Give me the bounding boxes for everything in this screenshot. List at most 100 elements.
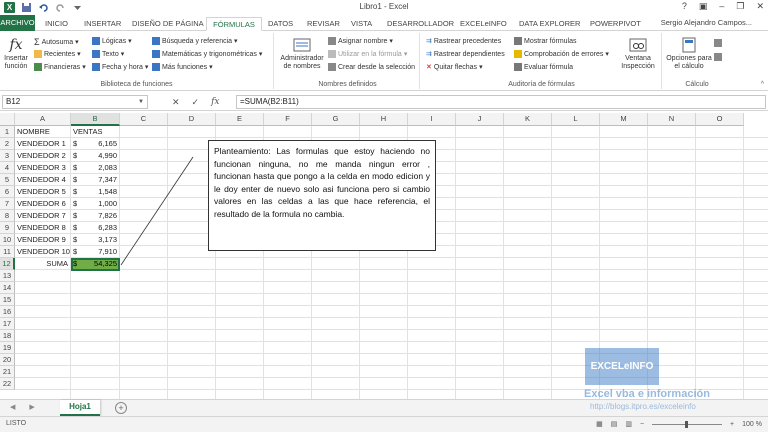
row-header[interactable]: 9 xyxy=(0,222,15,234)
tab-insertar[interactable]: INSERTAR xyxy=(80,17,125,31)
sales-value-cell[interactable]: 3,173 xyxy=(71,234,120,246)
column-header[interactable]: J xyxy=(456,113,504,126)
rastrear-dependientes-button[interactable]: ⇉ Rastrear dependientes xyxy=(426,50,505,59)
name-cell[interactable]: VENDEDOR 6 xyxy=(15,198,71,210)
evaluar-formula-button[interactable]: Evaluar fórmula xyxy=(514,63,573,71)
row-header[interactable]: 19 xyxy=(0,342,15,354)
name-cell[interactable]: VENDEDOR 2 xyxy=(15,150,71,162)
name-cell[interactable]: VENDEDOR 7 xyxy=(15,210,71,222)
tab-desarrollador[interactable]: DESARROLLADOR xyxy=(383,17,458,31)
tab-inicio[interactable]: INICIO xyxy=(41,17,72,31)
autosuma-button[interactable]: Σ Autosuma ▾ xyxy=(34,37,79,47)
formula-input[interactable]: =SUMA(B2:B11) xyxy=(236,95,766,109)
ribbon-display-icon[interactable]: ▣ xyxy=(699,1,708,12)
row-header[interactable]: 16 xyxy=(0,306,15,318)
column-header[interactable]: N xyxy=(648,113,696,126)
name-cell[interactable]: VENDEDOR 9 xyxy=(15,234,71,246)
row-header[interactable]: 20 xyxy=(0,354,15,366)
name-cell[interactable]: VENDEDOR 4 xyxy=(15,174,71,186)
opciones-calculo-button[interactable]: Opciones para el cálculo xyxy=(666,37,712,71)
chevron-down-icon[interactable]: ▼ xyxy=(138,96,144,108)
close-icon[interactable]: ✕ xyxy=(756,1,764,12)
add-sheet-icon[interactable]: + xyxy=(115,402,127,414)
texto-button[interactable]: Texto ▾ xyxy=(92,50,124,58)
page-layout-icon[interactable]: ▤ xyxy=(611,420,618,428)
recientes-button[interactable]: Recientes ▾ xyxy=(34,50,81,58)
column-header[interactable]: L xyxy=(552,113,600,126)
ventana-inspeccion-button[interactable]: Ventana Inspección xyxy=(618,37,658,71)
column-header[interactable]: H xyxy=(360,113,408,126)
row-header[interactable]: 10 xyxy=(0,234,15,246)
column-header[interactable]: I xyxy=(408,113,456,126)
comprobacion-errores-button[interactable]: Comprobación de errores ▾ xyxy=(514,50,609,58)
normal-view-icon[interactable]: ▦ xyxy=(596,420,603,428)
row-header[interactable]: 22 xyxy=(0,378,15,390)
insert-function-fx-icon[interactable]: fx xyxy=(211,95,219,109)
tab-diseno-pagina[interactable]: DISEÑO DE PÁGINA xyxy=(128,17,208,31)
column-header[interactable]: B xyxy=(71,113,120,126)
column-header[interactable]: A xyxy=(15,113,71,126)
mostrar-formulas-button[interactable]: Mostrar fórmulas xyxy=(514,37,577,45)
administrador-nombres-button[interactable]: Administrador de nombres xyxy=(278,37,326,71)
column-header[interactable]: M xyxy=(600,113,648,126)
asignar-nombre-button[interactable]: Asignar nombre ▾ xyxy=(328,37,393,45)
name-cell[interactable]: VENDEDOR 1 xyxy=(15,138,71,150)
sales-value-cell[interactable]: 7,910 xyxy=(71,246,120,258)
column-header[interactable]: K xyxy=(504,113,552,126)
header-cell[interactable]: NOMBRE xyxy=(15,126,71,138)
row-header[interactable]: 7 xyxy=(0,198,15,210)
row-header[interactable]: 8 xyxy=(0,210,15,222)
row-header[interactable]: 13 xyxy=(0,270,15,282)
tab-revisar[interactable]: REVISAR xyxy=(303,17,344,31)
help-icon[interactable]: ? xyxy=(682,1,687,12)
crear-seleccion-button[interactable]: Crear desde la selección xyxy=(328,63,415,71)
sales-value-cell[interactable]: 2,083 xyxy=(71,162,120,174)
tab-formulas[interactable]: FÓRMULAS xyxy=(206,17,262,31)
row-header[interactable]: 6 xyxy=(0,186,15,198)
prev-sheet-icon[interactable]: ◀ xyxy=(10,403,15,411)
column-header[interactable]: D xyxy=(168,113,216,126)
tab-datos[interactable]: DATOS xyxy=(264,17,297,31)
financieras-button[interactable]: Financieras ▾ xyxy=(34,63,86,71)
cancel-icon[interactable]: ✕ xyxy=(172,95,180,109)
mas-funciones-button[interactable]: Más funciones ▾ xyxy=(152,63,213,71)
column-header[interactable]: F xyxy=(264,113,312,126)
quitar-flechas-button[interactable]: ✕ Quitar flechas ▾ xyxy=(426,63,483,72)
sheet-tab-hoja1[interactable]: Hoja1 xyxy=(60,400,100,416)
row-header[interactable]: 1 xyxy=(0,126,15,138)
row-header[interactable]: 21 xyxy=(0,366,15,378)
sales-value-cell[interactable]: 6,165 xyxy=(71,138,120,150)
sales-value-cell[interactable]: 1,000 xyxy=(71,198,120,210)
column-header[interactable]: C xyxy=(120,113,168,126)
rastrear-precedentes-button[interactable]: ⇉ Rastrear precedentes xyxy=(426,37,501,46)
user-name[interactable]: Sergio Alejandro Campos... xyxy=(661,18,752,27)
sales-value-cell[interactable]: 7,347 xyxy=(71,174,120,186)
sales-value-cell[interactable]: 1,548 xyxy=(71,186,120,198)
row-header[interactable]: 4 xyxy=(0,162,15,174)
name-cell[interactable]: VENDEDOR 3 xyxy=(15,162,71,174)
tab-vista[interactable]: VISTA xyxy=(347,17,376,31)
name-cell[interactable]: VENDEDOR 5 xyxy=(15,186,71,198)
zoom-level[interactable]: 100 % xyxy=(742,421,762,428)
utilizar-formula-button[interactable]: Utilizar en la fórmula ▾ xyxy=(328,50,407,58)
enter-check-icon[interactable]: ✓ xyxy=(192,95,200,109)
total-label-cell[interactable]: SUMA xyxy=(15,258,71,270)
row-header[interactable]: 5 xyxy=(0,174,15,186)
restore-icon[interactable]: ❐ xyxy=(736,1,744,12)
tab-exceleinfo[interactable]: EXCELeINFO xyxy=(456,17,511,31)
sales-value-cell[interactable]: 7,826 xyxy=(71,210,120,222)
row-header[interactable]: 18 xyxy=(0,330,15,342)
busqueda-button[interactable]: Búsqueda y referencia ▾ xyxy=(152,37,238,45)
row-header[interactable]: 12 xyxy=(0,258,15,270)
calculate-now-button[interactable] xyxy=(714,39,722,47)
zoom-in-icon[interactable]: + xyxy=(730,421,734,428)
problem-note-textbox[interactable]: Planteamiento: Las formulas que estoy ha… xyxy=(208,140,436,251)
logicas-button[interactable]: Lógicas ▾ xyxy=(92,37,132,45)
matematicas-button[interactable]: Matemáticas y trigonométricas ▾ xyxy=(152,50,262,58)
column-header[interactable]: G xyxy=(312,113,360,126)
tab-data-explorer[interactable]: DATA EXPLORER xyxy=(515,17,584,31)
row-header[interactable]: 3 xyxy=(0,150,15,162)
column-header[interactable]: E xyxy=(216,113,264,126)
minimize-icon[interactable]: – xyxy=(719,1,724,12)
zoom-slider[interactable] xyxy=(652,420,723,428)
